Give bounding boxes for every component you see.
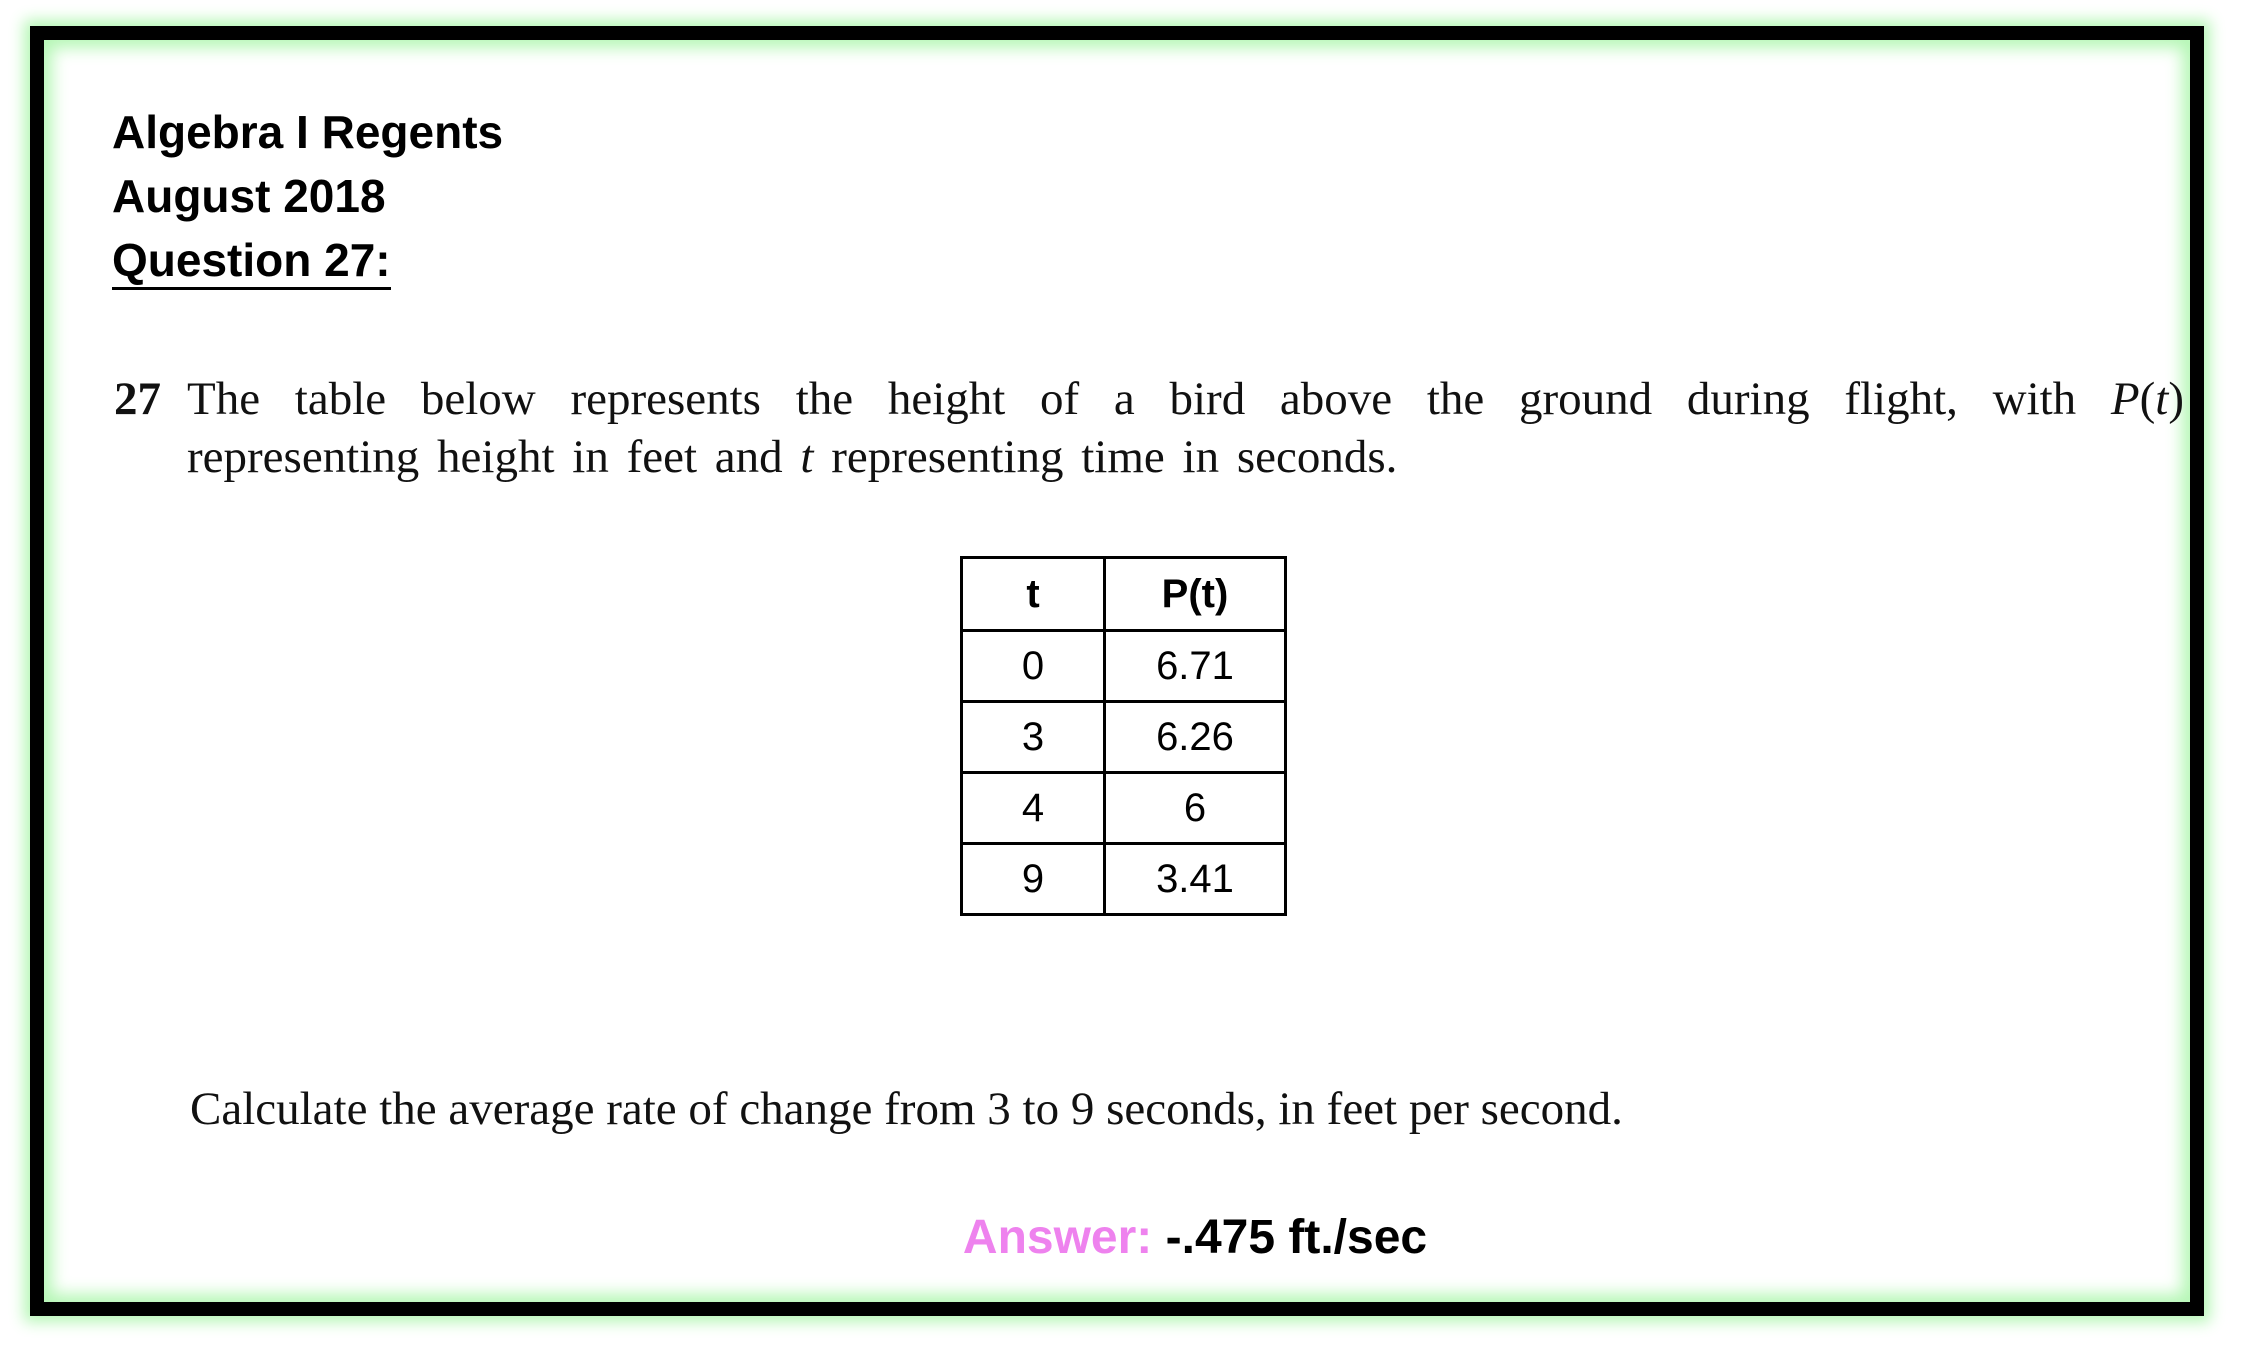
question-label: Question 27: [112, 233, 391, 290]
function-name: P [2110, 373, 2140, 425]
question-prompt: Calculate the average rate of change fro… [190, 1083, 1623, 1135]
question-text: The table below represents the height of… [187, 370, 2184, 486]
exam-date: August 2018 [112, 170, 386, 222]
function-arg: t [2155, 373, 2169, 425]
answer-label: Answer: [962, 1211, 1153, 1264]
cell-t: 4 [960, 771, 1106, 845]
content-frame: Algebra I Regents August 2018 Question 2… [30, 26, 2204, 1316]
table-row: 0 6.71 [960, 629, 1287, 703]
question-line-2-before: representing height in feet and [187, 431, 801, 483]
paren-open: ( [2139, 373, 2156, 425]
header-pt: P(t) [1103, 556, 1287, 632]
cell-pt: 6.71 [1103, 629, 1287, 703]
question-block: 27 The table below represents the height… [114, 370, 2184, 486]
exam-header: Algebra I Regents August 2018 Question 2… [112, 100, 503, 292]
question-number: 27 [114, 373, 161, 425]
header-t: t [960, 556, 1106, 632]
question-line-2-after: representing time in seconds. [813, 431, 1398, 483]
cell-pt: 3.41 [1103, 842, 1287, 916]
question-line-1: The table below represents the height of… [187, 370, 2184, 428]
question-line-2: representing height in feet and t repres… [187, 428, 2184, 486]
height-table: t P(t) 0 6.71 3 6.26 4 6 9 3.41 [960, 556, 1287, 916]
time-variable: t [800, 431, 814, 483]
table-row: 4 6 [960, 771, 1287, 845]
cell-t: 3 [960, 700, 1106, 774]
answer-line: Answer: -.475 ft./sec [44, 1208, 2218, 1268]
cell-t: 0 [960, 629, 1106, 703]
data-table-wrapper: t P(t) 0 6.71 3 6.26 4 6 9 3.41 [960, 556, 1287, 916]
table-row: 9 3.41 [960, 842, 1287, 916]
table-header-row: t P(t) [960, 556, 1287, 632]
exam-title: Algebra I Regents [112, 106, 504, 158]
table-row: 3 6.26 [960, 700, 1287, 774]
answer-value: -.475 ft./sec [1165, 1211, 1428, 1264]
cell-t: 9 [960, 842, 1106, 916]
question-line-1-text: The table below represents the height of… [187, 373, 2111, 425]
paren-close: ) [2168, 373, 2184, 425]
cell-pt: 6 [1103, 771, 1287, 845]
cell-pt: 6.26 [1103, 700, 1287, 774]
